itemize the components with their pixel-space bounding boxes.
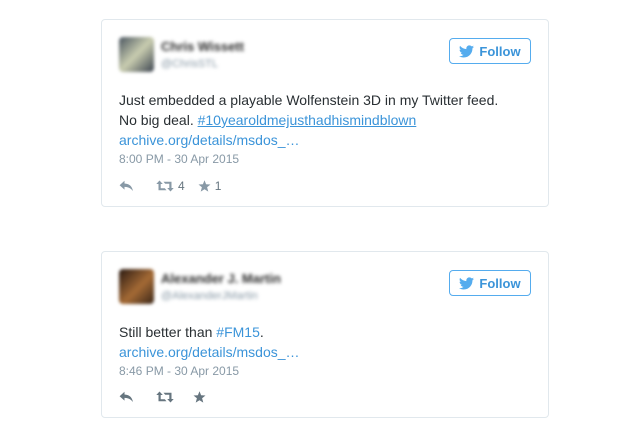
favorite-button[interactable]: 1 [198, 179, 222, 193]
favorite-count: 1 [214, 179, 222, 193]
author-name[interactable]: Chris Wissett [161, 39, 244, 54]
follow-label: Follow [479, 275, 521, 291]
tweet-body: Still better than [119, 324, 217, 340]
timestamp[interactable]: 8:46 PM - 30 Apr 2015 [119, 364, 239, 378]
tweet-text: Still better than #FM15. archive.org/deta… [119, 322, 518, 362]
twitter-bird-icon [459, 44, 475, 57]
follow-button[interactable]: Follow [449, 270, 531, 296]
author-handle[interactable]: @AlexanderJMartin [161, 290, 258, 302]
reply-icon [119, 180, 133, 191]
tweet-header: Alexander J. Martin @AlexanderJMartin Fo… [119, 269, 531, 309]
reply-button[interactable] [119, 391, 134, 403]
retweet-count: 4 [178, 179, 185, 193]
avatar[interactable] [119, 269, 154, 304]
tweet-body-end: . [259, 324, 264, 340]
author-name[interactable]: Alexander J. Martin [161, 271, 281, 286]
reply-icon [119, 391, 133, 402]
reply-button[interactable] [119, 180, 134, 192]
follow-button[interactable]: Follow [449, 38, 531, 64]
archive-link[interactable]: archive.org/details/msdos_… [119, 132, 300, 148]
hashtag-link[interactable]: #FM15 [216, 324, 260, 340]
author-handle[interactable]: @ChrisSTL [161, 58, 218, 70]
retweet-button[interactable] [156, 391, 174, 403]
retweet-icon [156, 391, 174, 403]
archive-link[interactable]: archive.org/details/msdos_… [119, 344, 300, 360]
timestamp[interactable]: 8:00 PM - 30 Apr 2015 [119, 152, 239, 166]
follow-label: Follow [479, 43, 521, 59]
tweet-actions [119, 388, 206, 406]
favorite-star-icon [193, 391, 206, 403]
favorite-star-icon [198, 180, 211, 192]
hashtag-link[interactable]: #10yearoldmejusthadhismindblown [198, 112, 417, 128]
tweet-card: Chris Wissett @ChrisSTL Follow Just embe… [101, 19, 549, 207]
retweet-button[interactable]: 4 [156, 179, 185, 193]
tweet-card: Alexander J. Martin @AlexanderJMartin Fo… [101, 251, 549, 418]
tweet-text: Just embedded a playable Wolfenstein 3D … [119, 90, 518, 150]
retweet-icon [156, 180, 174, 192]
twitter-bird-icon [459, 276, 475, 289]
avatar[interactable] [119, 37, 154, 72]
tweet-actions: 4 1 [119, 177, 221, 195]
tweet-header: Chris Wissett @ChrisSTL Follow [119, 37, 531, 77]
favorite-button[interactable] [193, 391, 206, 403]
